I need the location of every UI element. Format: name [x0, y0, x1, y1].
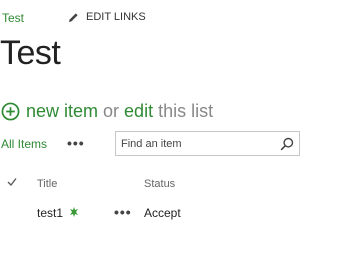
item-status: Accept [144, 206, 181, 220]
or-text: or [103, 101, 120, 121]
new-item-command: new item or edit this list [1, 101, 213, 122]
plus-circle-icon[interactable] [1, 102, 20, 121]
checkmark-icon[interactable] [7, 177, 17, 187]
pencil-icon [69, 12, 78, 22]
new-item-link[interactable]: new item [26, 101, 98, 122]
page-title: Test [0, 34, 61, 72]
column-header-status[interactable]: Status [144, 178, 175, 190]
magnifier-icon[interactable] [280, 137, 294, 151]
search-input[interactable] [121, 133, 276, 154]
item-title-link[interactable]: test1 [37, 206, 63, 220]
view-all-items[interactable]: All Items [1, 137, 47, 151]
this-list-text: this list [158, 101, 214, 121]
edit-list-link[interactable]: edit [124, 101, 153, 122]
search-box [115, 131, 300, 156]
new-burst-icon [70, 207, 78, 217]
site-nav-link[interactable]: Test [2, 11, 24, 25]
edit-links-button[interactable]: EDIT LINKS [68, 11, 146, 23]
edit-links-label: EDIT LINKS [86, 11, 146, 23]
view-more-button[interactable]: ••• [67, 135, 85, 151]
column-header-title[interactable]: Title [37, 178, 57, 190]
item-menu-button[interactable]: ••• [114, 204, 132, 220]
